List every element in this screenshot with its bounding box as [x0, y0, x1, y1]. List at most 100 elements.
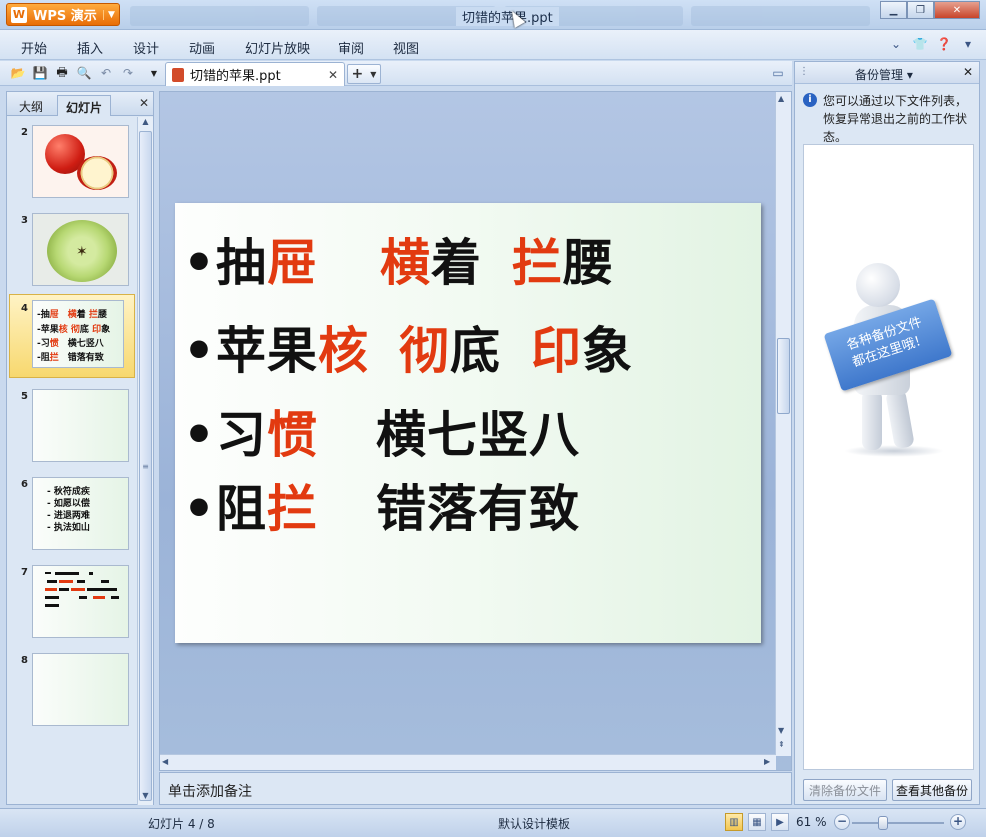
- menu-item-design[interactable]: 设计: [133, 38, 159, 57]
- slide-thumbnail-5[interactable]: [32, 389, 129, 462]
- zoom-slider[interactable]: [852, 822, 944, 824]
- slide-bullet-line[interactable]: •抽屉 横着 拦腰: [183, 223, 614, 295]
- highlighted-character: 横: [379, 234, 431, 292]
- notes-placeholder[interactable]: 单击添加备注: [168, 781, 252, 801]
- save-icon[interactable]: 💾: [32, 65, 48, 81]
- restore-icon[interactable]: ❐: [907, 1, 934, 19]
- menu-item-review[interactable]: 审阅: [338, 38, 364, 57]
- thumbnail-text: 屉: [49, 310, 59, 320]
- previous-slide-icon[interactable]: ⇞: [778, 740, 785, 749]
- slides-panel: 大纲 幻灯片 ✕ 2 3 ✶ 4 -抽屉 横着 拦腰 -苹果核 彻底 印象 -习惯 …: [6, 91, 154, 805]
- zoom-out-icon[interactable]: −: [834, 814, 850, 830]
- notes-pane[interactable]: 单击添加备注: [159, 772, 792, 805]
- current-slide[interactable]: •抽屉 横着 拦腰 •苹果核 彻底 印象 •习惯 横七竖八 •阻拦 错落有致: [175, 203, 761, 643]
- thumbnail-text: -抽: [37, 310, 50, 320]
- scroll-right-icon[interactable]: ▶: [764, 757, 770, 766]
- zoom-slider-handle[interactable]: [877, 816, 888, 830]
- slide-bullet-line[interactable]: •苹果核 彻底 印象: [183, 311, 633, 383]
- undo-icon[interactable]: ↶: [98, 65, 114, 81]
- document-tab[interactable]: 切错的苹果.ppt ✕: [165, 62, 345, 86]
- slide-bullet-line[interactable]: •阻拦 错落有致: [183, 469, 580, 541]
- close-panel-icon[interactable]: ✕: [139, 96, 149, 110]
- thumbnail-text: 着: [76, 310, 89, 320]
- title-bar: W WPS 演示 ▼ 切错的苹果.ppt ▁ ❐ ✕: [0, 0, 986, 30]
- close-tab-icon[interactable]: ✕: [328, 68, 338, 82]
- slide-text: 象: [581, 322, 633, 380]
- more-icon[interactable]: ▾: [960, 37, 976, 51]
- chevron-down-icon[interactable]: ▼: [103, 9, 119, 20]
- info-icon: i: [803, 93, 817, 107]
- slide-thumbnail-4[interactable]: -抽屉 横着 拦腰 -苹果核 彻底 印象 -习惯 横七竖八 -阻拦 错落有致: [32, 300, 124, 368]
- scroll-left-icon[interactable]: ◀: [162, 757, 168, 766]
- thumbnail-number: 4: [21, 303, 28, 314]
- slide-text: 腰: [562, 234, 614, 292]
- scrollbar-thumb[interactable]: [777, 338, 790, 414]
- close-icon[interactable]: ✕: [934, 1, 980, 19]
- tab-outline[interactable]: 大纲: [11, 95, 51, 116]
- zoom-in-icon[interactable]: +: [950, 814, 966, 830]
- slide-sorter-icon[interactable]: ▦: [748, 813, 766, 831]
- restore-window-icon[interactable]: ▭: [770, 65, 786, 81]
- thumbnail-text: 拦: [49, 353, 59, 363]
- skin-shirt-icon[interactable]: 👕: [912, 37, 928, 51]
- scroll-down-icon[interactable]: ▼: [778, 726, 784, 735]
- normal-view-icon[interactable]: ▥: [725, 813, 743, 831]
- vertical-scrollbar[interactable]: ▲ ▼ ⇞: [775, 92, 791, 756]
- chevron-down-icon[interactable]: ▼: [370, 70, 376, 79]
- scroll-down-icon[interactable]: ▼: [139, 791, 152, 805]
- menu-item-slideshow[interactable]: 幻灯片放映: [245, 38, 310, 57]
- slide-text: 横七竖八: [375, 406, 580, 464]
- slide-text: 底: [449, 322, 501, 380]
- menu-item-insert[interactable]: 插入: [77, 38, 103, 57]
- slideshow-icon[interactable]: ▶: [771, 813, 789, 831]
- slide-thumbnail-3[interactable]: ✶: [32, 213, 129, 286]
- thumbnail-number: 8: [21, 655, 28, 666]
- print-preview-icon[interactable]: 🔍: [76, 65, 92, 81]
- thumbnail-text: 拦: [88, 310, 98, 320]
- backup-info: i 您可以通过以下文件列表，恢复异常退出之前的工作状态。: [803, 92, 975, 146]
- thumbnail-text: 惯: [49, 339, 59, 349]
- thumbnail-text-line: -抽屉 横着 拦腰: [37, 307, 107, 320]
- menu-item-view[interactable]: 视图: [393, 38, 419, 57]
- thumbnail-text: 核: [58, 325, 68, 335]
- slide-thumbnail-list: 2 3 ✶ 4 -抽屉 横着 拦腰 -苹果核 彻底 印象 -习惯 横七竖八 -阻拦 错…: [7, 117, 137, 805]
- window-controls: ▁ ❐ ✕: [880, 1, 980, 19]
- scroll-up-icon[interactable]: ▲: [778, 94, 784, 103]
- scrollbar-thumb[interactable]: ≡: [139, 131, 152, 801]
- thumbnail-scrollbar[interactable]: ▲ ≡ ▼: [137, 117, 153, 805]
- menu-item-animation[interactable]: 动画: [189, 38, 215, 57]
- chevron-down-icon[interactable]: ⌄: [888, 37, 904, 51]
- slide-thumbnail-2[interactable]: [32, 125, 129, 198]
- wps-app-menu-button[interactable]: W WPS 演示 ▼: [6, 3, 120, 26]
- customize-toolbar-icon[interactable]: ▼: [146, 65, 162, 81]
- slide-text: •抽: [183, 234, 267, 292]
- quick-access-toolbar: 📂 💾 🖶 🔍 ↶ ↷ ▼ 切错的苹果.ppt ✕ + ▼ ▭: [0, 61, 792, 86]
- print-icon[interactable]: 🖶: [54, 65, 70, 81]
- wps-app-label: WPS 演示: [33, 9, 97, 24]
- slide-thumbnail-7[interactable]: [32, 565, 129, 638]
- grip-icon[interactable]: ⋮: [799, 66, 809, 77]
- highlighted-character: 核: [317, 322, 369, 380]
- menu-right-tools: ⌄ 👕 ❓ ▾: [888, 37, 976, 51]
- thumbnail-text: 印: [92, 325, 102, 335]
- scroll-up-icon[interactable]: ▲: [139, 117, 152, 131]
- minimize-icon[interactable]: ▁: [880, 1, 907, 19]
- clear-backup-button[interactable]: 清除备份文件: [803, 779, 887, 801]
- tab-slides[interactable]: 幻灯片: [57, 95, 112, 116]
- menu-item-start[interactable]: 开始: [21, 38, 47, 57]
- pane-title[interactable]: 备份管理 ▾: [855, 66, 913, 83]
- slide-bullet-line[interactable]: •习惯 横七竖八: [183, 395, 580, 467]
- open-folder-icon[interactable]: 📂: [10, 65, 26, 81]
- view-other-backups-button[interactable]: 查看其他备份: [892, 779, 972, 801]
- redo-icon[interactable]: ↷: [120, 65, 136, 81]
- slide-thumbnail-8[interactable]: [32, 653, 129, 726]
- new-tab-button[interactable]: + ▼: [347, 64, 381, 84]
- thumbnail-text: -习: [37, 339, 50, 349]
- slide-thumbnail-6[interactable]: - 秋符成疾 - 如愿以偿 - 进退两难 - 执法如山: [32, 477, 129, 550]
- help-icon[interactable]: ❓: [936, 37, 952, 51]
- close-pane-icon[interactable]: ✕: [963, 65, 973, 79]
- figure-leg: [885, 388, 915, 450]
- thumbnail-text-line: -习惯 横七竖八: [37, 336, 104, 349]
- backup-list-area: 各种备份文件 都在这里哦！: [803, 144, 974, 770]
- horizontal-scrollbar[interactable]: ◀ ▶: [160, 754, 776, 770]
